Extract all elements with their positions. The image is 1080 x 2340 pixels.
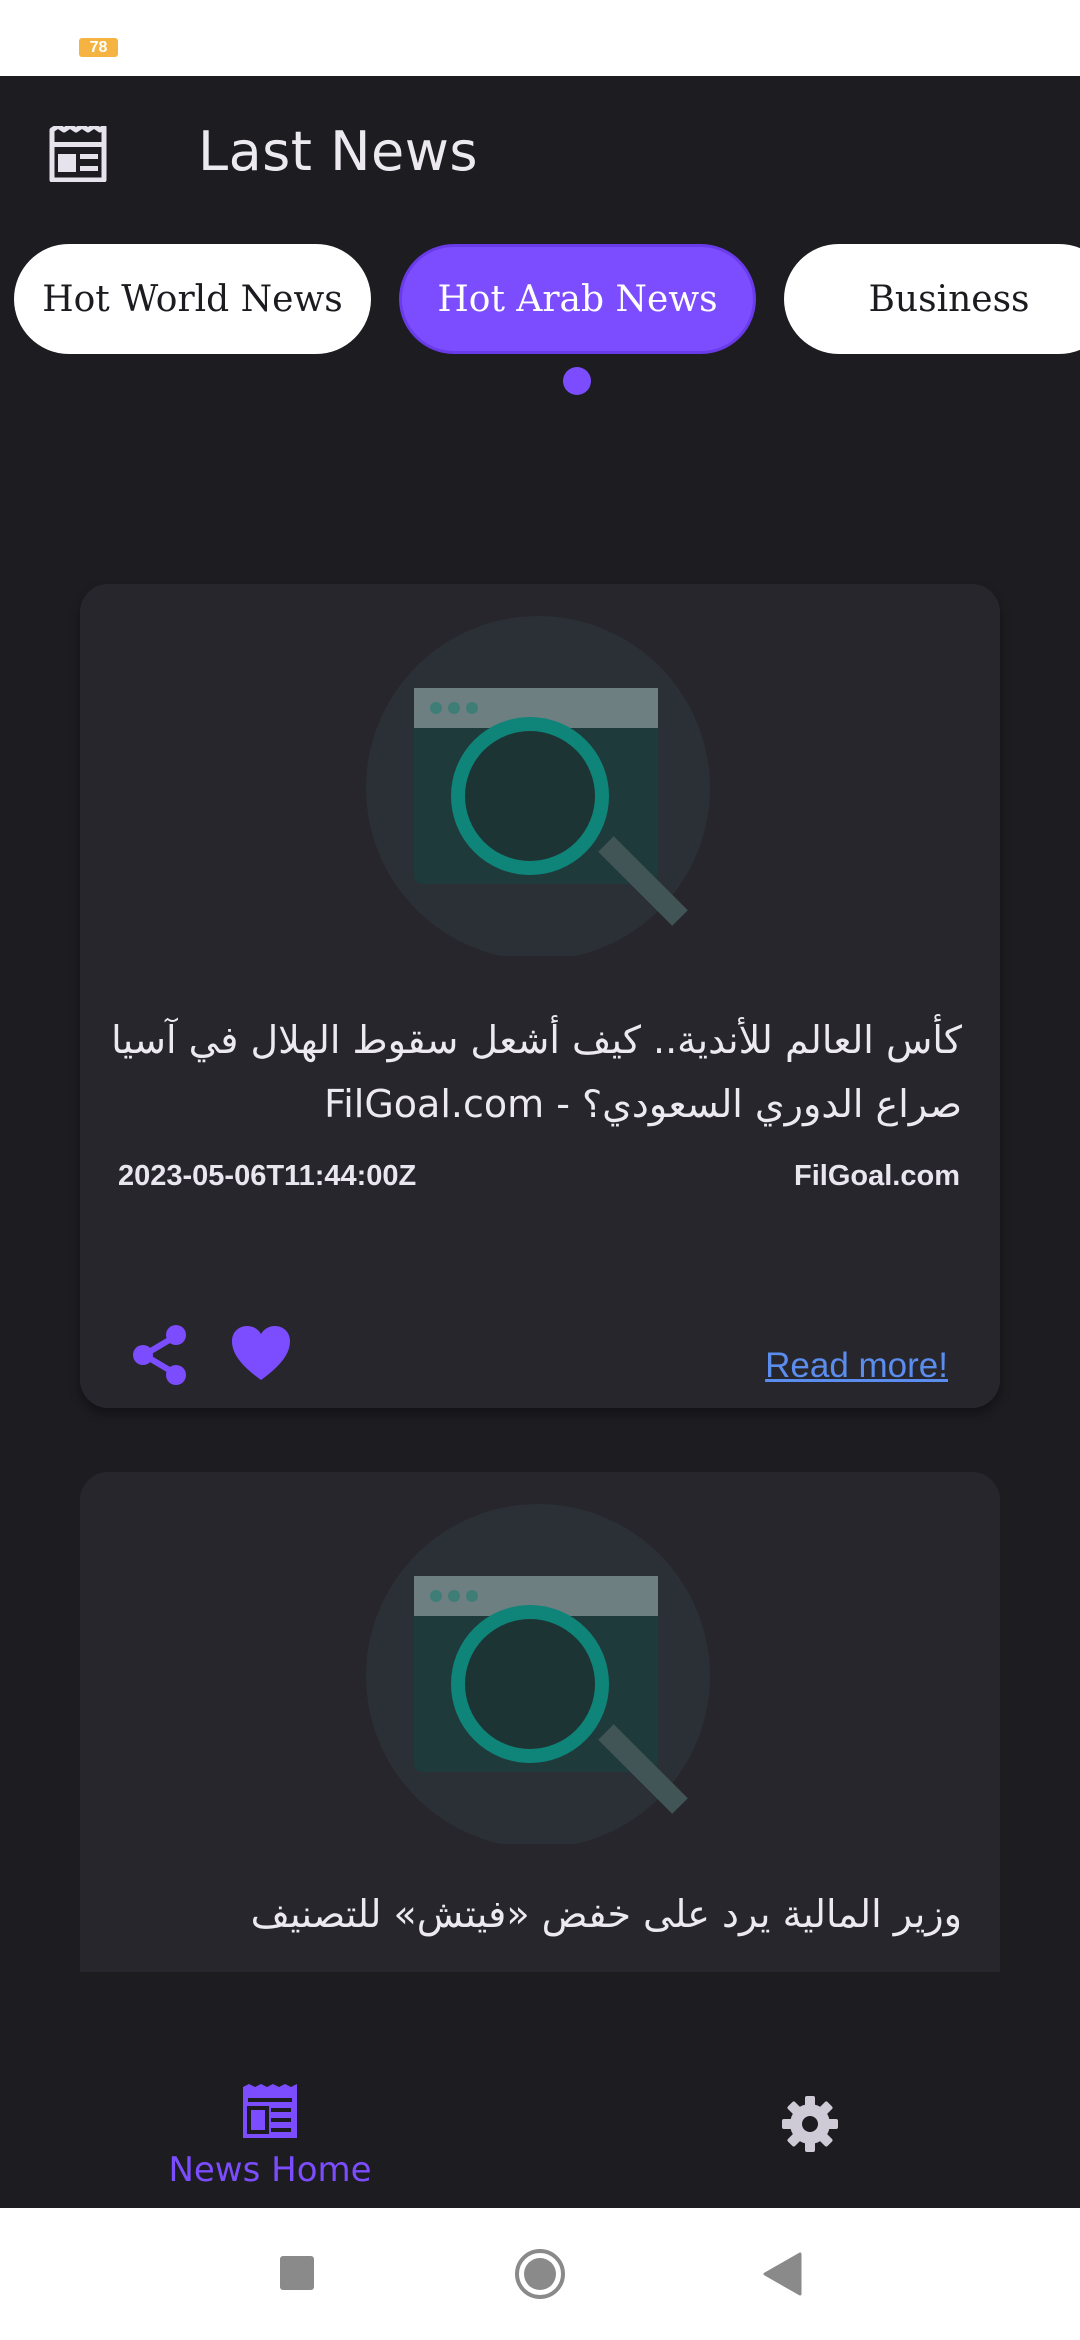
- tab-hot-world-news[interactable]: Hot World News: [14, 244, 371, 354]
- system-navigation-bar: [0, 2208, 1080, 2340]
- category-tabs: Hot World News Hot Arab News Business: [0, 240, 1080, 360]
- battery-indicator: 78: [79, 38, 118, 57]
- news-card[interactable]: كأس العالم للأندية.. كيف أشعل سقوط الهلا…: [80, 584, 1000, 1408]
- article-headline[interactable]: كأس العالم للأندية.. كيف أشعل سقوط الهلا…: [110, 1008, 962, 1136]
- newspaper-icon: [243, 2084, 297, 2138]
- search-placeholder-illustration: [366, 616, 710, 956]
- article-headline[interactable]: وزير المالية يرد على خفض «فيتش» للتصنيف: [110, 1882, 962, 1946]
- nav-news-home-label: News Home: [168, 2150, 372, 2190]
- gear-icon[interactable]: [780, 2094, 840, 2154]
- back-button[interactable]: [762, 2252, 802, 2296]
- bottom-navigation: News Home: [0, 2050, 1080, 2208]
- read-more-link[interactable]: Read more!: [765, 1346, 948, 1386]
- nav-news-home[interactable]: News Home: [160, 2084, 380, 2194]
- tab-hot-arab-news[interactable]: Hot Arab News: [399, 244, 756, 354]
- app-bar: Last News: [0, 76, 1080, 228]
- article-date: 2023-05-06T11:44:00Z: [118, 1160, 417, 1192]
- recent-apps-button[interactable]: [280, 2256, 314, 2290]
- tab-business[interactable]: Business: [784, 244, 1080, 354]
- article-source: FilGoal.com: [794, 1160, 960, 1192]
- home-button[interactable]: [514, 2248, 566, 2300]
- article-actions: [130, 1324, 310, 1394]
- share-icon[interactable]: [130, 1324, 190, 1386]
- article-meta: 2023-05-06T11:44:00Z FilGoal.com: [118, 1160, 960, 1204]
- page-title: Last News: [198, 120, 479, 183]
- active-tab-indicator: [563, 367, 591, 395]
- news-card[interactable]: وزير المالية يرد على خفض «فيتش» للتصنيف: [80, 1472, 1000, 1972]
- search-placeholder-illustration: [366, 1504, 710, 1844]
- status-bar: 78: [0, 0, 1080, 76]
- newspaper-icon[interactable]: [48, 126, 108, 182]
- favorite-heart-icon[interactable]: [230, 1324, 292, 1386]
